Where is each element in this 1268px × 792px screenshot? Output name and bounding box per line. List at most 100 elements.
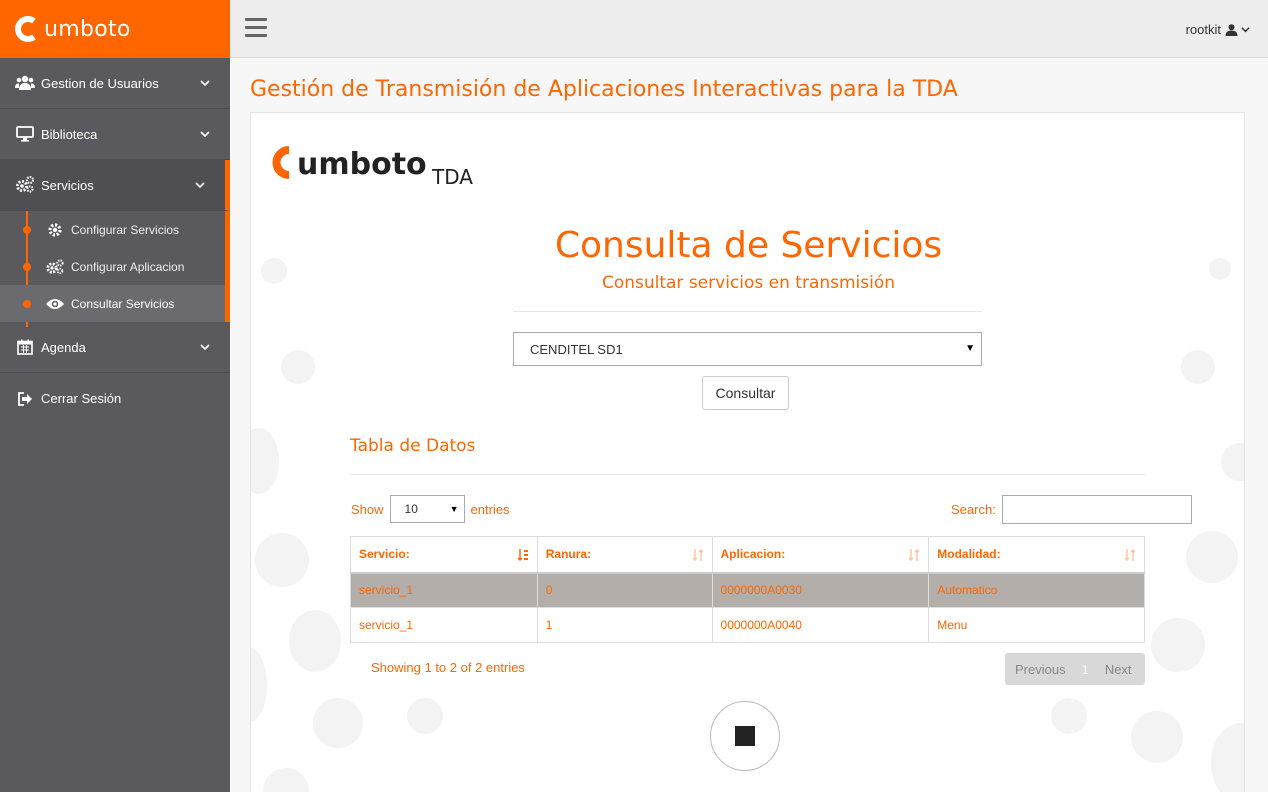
- column-header-ranura[interactable]: Ranura:: [536, 536, 713, 574]
- subitem-label: Configurar Servicios: [71, 222, 180, 237]
- subitem-configurar-aplicacion[interactable]: Configurar Aplicacion: [0, 248, 225, 285]
- background-bubble: [251, 428, 279, 494]
- app-logo-text: umboto: [44, 16, 131, 42]
- background-bubble: [289, 610, 341, 672]
- background-bubble: [407, 698, 443, 734]
- brand-logo: umboto TDA: [272, 146, 473, 189]
- bullet-dot: [23, 300, 31, 308]
- background-bubble: [263, 768, 309, 792]
- service-select-value: CENDITEL SD1: [530, 341, 623, 357]
- column-header-label: Modalidad:: [937, 547, 1001, 562]
- subitem-label: Configurar Aplicacion: [71, 259, 185, 274]
- column-header-aplicacion[interactable]: Aplicacion:: [711, 536, 930, 574]
- column-header-label: Ranura:: [545, 547, 592, 562]
- brand-logo-suffix: TDA: [431, 165, 473, 189]
- sort-icon: [1124, 548, 1136, 562]
- cell-ranura: 0: [536, 572, 713, 608]
- service-select[interactable]: CENDITEL SD1 ▼: [513, 332, 982, 366]
- page-title: Gestión de Transmisión de Aplicaciones I…: [250, 77, 958, 102]
- stop-button[interactable]: [710, 701, 780, 771]
- cell-ranura: 1: [536, 607, 713, 643]
- bullet-dot: [23, 263, 31, 271]
- background-bubble: [255, 533, 309, 587]
- chevron-down-icon: [200, 344, 210, 351]
- table-row[interactable]: servicio_1 0 0000000A0030 Automatico: [350, 572, 1145, 608]
- sort-icon: [908, 548, 920, 562]
- table-title: Tabla de Datos: [350, 436, 476, 456]
- background-bubble: [251, 648, 267, 722]
- background-bubble: [1211, 723, 1244, 792]
- background-bubble: [1181, 350, 1215, 384]
- background-bubble: [313, 698, 363, 748]
- sidebar-item-label: Cerrar Sesión: [41, 391, 122, 406]
- pagination-previous[interactable]: Previous: [1005, 662, 1076, 677]
- table-row[interactable]: servicio_1 1 0000000A0040 Menu: [350, 607, 1145, 643]
- cell-servicio: servicio_1: [350, 572, 538, 608]
- divider: [513, 311, 982, 312]
- username: rootkit: [1185, 22, 1221, 37]
- calendar-icon: [15, 338, 35, 356]
- sidebar-item-servicios[interactable]: Servicios: [0, 160, 230, 211]
- background-bubble: [1131, 711, 1183, 763]
- background-bubble: [1051, 698, 1087, 734]
- user-menu[interactable]: rootkit: [1186, 22, 1250, 37]
- users-icon: [15, 74, 35, 92]
- pagination: Previous 1 Next: [1005, 653, 1145, 685]
- section-heading: Consulta de Servicios: [554, 225, 943, 266]
- column-header-label: Aplicacion:: [720, 547, 786, 562]
- sort-ascending-icon: [517, 549, 528, 562]
- search-label: Search:: [951, 502, 996, 517]
- subitem-configurar-servicios[interactable]: Configurar Servicios: [0, 211, 225, 248]
- cell-aplicacion: 0000000A0040: [711, 607, 930, 643]
- length-value: 10: [404, 502, 418, 516]
- chevron-down-icon: [195, 182, 205, 189]
- cell-modalidad: Automatico: [928, 572, 1145, 608]
- services-table: Servicio: Ranura: Aplicacion: Modalidad:: [350, 536, 1145, 643]
- section-subheading: Consultar servicios en transmisión: [601, 273, 896, 293]
- cog-icon: [45, 222, 65, 238]
- length-suffix: entries: [470, 501, 510, 517]
- chevron-down-icon: [1241, 27, 1250, 33]
- cogs-icon: [45, 258, 65, 275]
- background-bubble: [1186, 531, 1238, 583]
- logo-bar[interactable]: umboto: [0, 0, 230, 58]
- background-bubble: [281, 350, 315, 384]
- divider: [350, 474, 1145, 475]
- cogs-icon: [15, 176, 35, 194]
- top-bar: rootkit: [230, 0, 1268, 58]
- chevron-down-icon: [200, 80, 210, 87]
- column-header-modalidad[interactable]: Modalidad:: [928, 536, 1145, 574]
- sidebar: umboto Gestion de Usuarios Biblioteca Se…: [0, 0, 230, 792]
- pagination-next[interactable]: Next: [1095, 662, 1142, 677]
- column-header-label: Servicio:: [359, 547, 410, 562]
- servicios-submenu: Configurar Servicios Configurar Aplicaci…: [0, 211, 230, 327]
- sidebar-item-agenda[interactable]: Agenda: [0, 322, 230, 373]
- sidebar-item-label: Agenda: [41, 339, 86, 355]
- sidebar-item-cerrar-sesion[interactable]: Cerrar Sesión: [0, 373, 230, 424]
- stop-icon: [735, 726, 755, 746]
- chevron-down-icon: [200, 131, 210, 138]
- bullet-dot: [23, 226, 31, 234]
- sidebar-item-biblioteca[interactable]: Biblioteca: [0, 109, 230, 160]
- caret-down-icon: ▼: [965, 343, 975, 354]
- sidebar-item-label: Servicios: [41, 177, 94, 193]
- sidebar-item-label: Biblioteca: [41, 126, 98, 142]
- main-panel: umboto TDA Consulta de Servicios Consult…: [250, 112, 1245, 792]
- entries-length-control: Show 10 ▼ entries: [351, 495, 510, 523]
- column-header-servicio[interactable]: Servicio:: [350, 536, 538, 574]
- logo-icon: [15, 16, 36, 42]
- cell-servicio: servicio_1: [350, 607, 538, 643]
- sidebar-item-gestion-usuarios[interactable]: Gestion de Usuarios: [0, 58, 230, 109]
- table-header-row: Servicio: Ranura: Aplicacion: Modalidad:: [350, 536, 1145, 574]
- subitem-consultar-servicios[interactable]: Consultar Servicios: [0, 285, 225, 322]
- cell-modalidad: Menu: [928, 607, 1145, 643]
- entries-length-select[interactable]: 10 ▼: [389, 495, 465, 523]
- search-input[interactable]: [1001, 495, 1192, 524]
- menu-toggle-icon[interactable]: [245, 18, 267, 38]
- sort-icon: [691, 548, 704, 562]
- brand-logo-text: umboto: [297, 147, 427, 182]
- cell-aplicacion: 0000000A0030: [711, 572, 930, 608]
- caret-down-icon: ▼: [449, 504, 459, 514]
- pagination-current-page[interactable]: 1: [1076, 662, 1095, 677]
- consultar-button[interactable]: Consultar: [702, 376, 789, 410]
